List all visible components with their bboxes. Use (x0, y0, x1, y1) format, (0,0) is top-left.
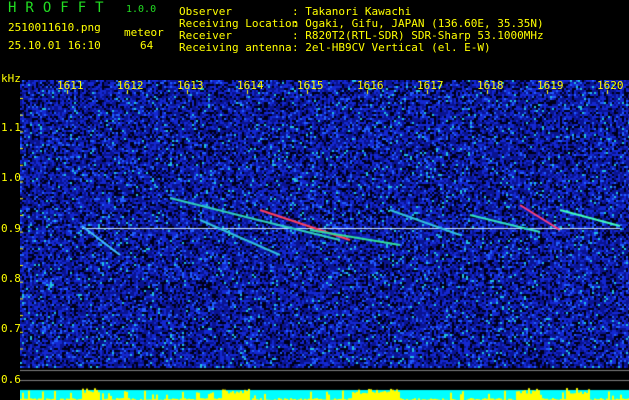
x-tick-label: 1617 (417, 79, 444, 92)
x-tick-label: 1612 (117, 79, 144, 92)
y-tick-label: 1.0 (1, 171, 21, 185)
x-tick-label: 1615 (297, 79, 324, 92)
info-label: Receiving antenna (179, 41, 292, 54)
meteor-count: 64 (140, 39, 154, 52)
y-tick-label: 0.6 (1, 372, 21, 386)
x-tick-label: 1618 (477, 79, 504, 92)
y-tick-label: 0.9 (1, 221, 21, 235)
meteor-label: meteor (124, 26, 164, 39)
y-unit-label: kHz (1, 72, 21, 85)
x-tick-label: 1620 (597, 79, 624, 92)
y-tick-label: 1.1 (1, 121, 21, 134)
app-version: 1.0.0 (126, 4, 157, 15)
y-tick-label: 0.7 (1, 322, 21, 336)
datetime: 25.10.01 16:10 (8, 39, 101, 52)
info-value: : 2el-HB9CV Vertical (el. E-W) (292, 41, 491, 54)
x-tick-label: 1614 (237, 79, 264, 92)
x-tick-label: 1613 (177, 79, 204, 92)
spectrogram (20, 80, 629, 400)
x-tick-label: 1616 (357, 79, 384, 92)
y-tick-label: 0.8 (1, 271, 21, 285)
filename: 2510011610.png (8, 21, 101, 34)
x-tick-label: 1611 (57, 79, 84, 92)
x-tick-label: 1619 (537, 79, 564, 92)
app-title: HROFFT (8, 0, 113, 16)
